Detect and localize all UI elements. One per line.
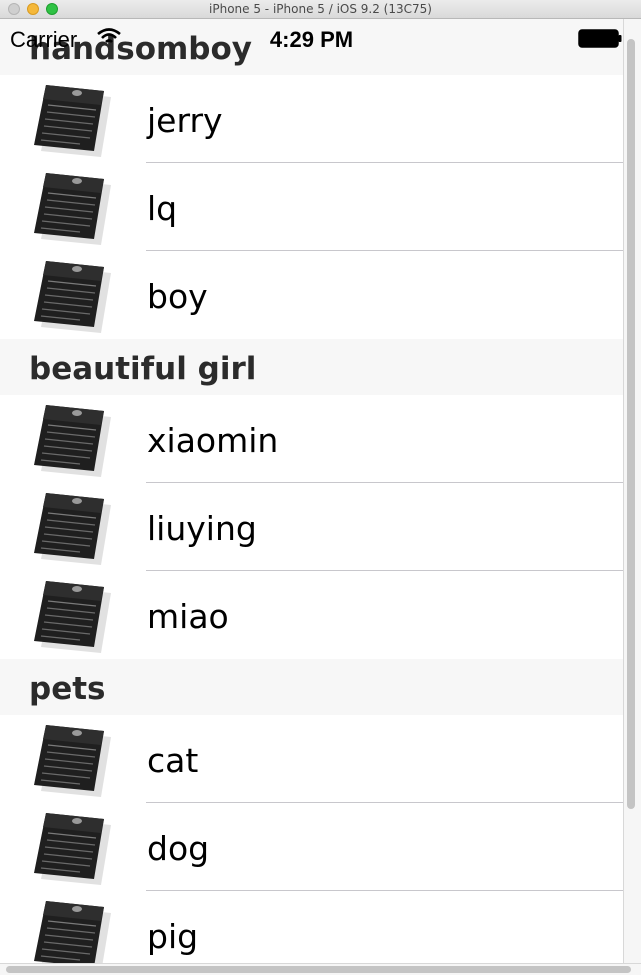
- window-title: iPhone 5 - iPhone 5 / iOS 9.2 (13C75): [209, 2, 432, 16]
- section-header: beautiful girl: [0, 339, 623, 395]
- document-icon: [30, 169, 116, 247]
- table-row[interactable]: miao: [0, 571, 623, 659]
- row-label: liuying: [147, 509, 257, 548]
- row-label: xiaomin: [147, 421, 279, 460]
- section-title: beautiful girl: [29, 351, 257, 387]
- table-row[interactable]: cat: [0, 715, 623, 803]
- document-icon: [30, 809, 116, 887]
- row-label: jerry: [147, 101, 223, 140]
- document-icon: [30, 897, 116, 963]
- device-screen: handsomboy jerry lq boy beautiful girl xiaomi…: [0, 19, 623, 963]
- row-label: lq: [147, 189, 178, 228]
- row-label: pig: [147, 917, 199, 956]
- section-header: pets: [0, 659, 623, 715]
- document-icon: [30, 577, 116, 655]
- status-bar: Carrier 4:29 PM: [0, 19, 623, 59]
- table-row[interactable]: lq: [0, 163, 623, 251]
- document-icon: [30, 721, 116, 799]
- vertical-scrollbar[interactable]: [623, 19, 641, 963]
- simulator-title-bar: iPhone 5 - iPhone 5 / iOS 9.2 (13C75): [0, 0, 641, 19]
- row-label: boy: [147, 277, 208, 316]
- horizontal-scroll-thumb[interactable]: [6, 966, 631, 973]
- table-row[interactable]: dog: [0, 803, 623, 891]
- row-label: dog: [147, 829, 210, 868]
- status-time: 4:29 PM: [269, 27, 354, 52]
- document-icon: [30, 489, 116, 567]
- table-row[interactable]: liuying: [0, 483, 623, 571]
- table-row[interactable]: pig: [0, 891, 623, 963]
- battery-icon: [578, 29, 622, 48]
- row-label: miao: [147, 597, 229, 636]
- document-icon: [30, 401, 116, 479]
- row-label: cat: [147, 741, 199, 780]
- document-icon: [30, 81, 116, 159]
- section-title: pets: [29, 671, 106, 707]
- table-row[interactable]: boy: [0, 251, 623, 339]
- table-row[interactable]: xiaomin: [0, 395, 623, 483]
- vertical-scroll-thumb[interactable]: [627, 39, 635, 809]
- horizontal-scrollbar[interactable]: [0, 963, 641, 975]
- table-row[interactable]: jerry: [0, 75, 623, 163]
- document-icon: [30, 257, 116, 335]
